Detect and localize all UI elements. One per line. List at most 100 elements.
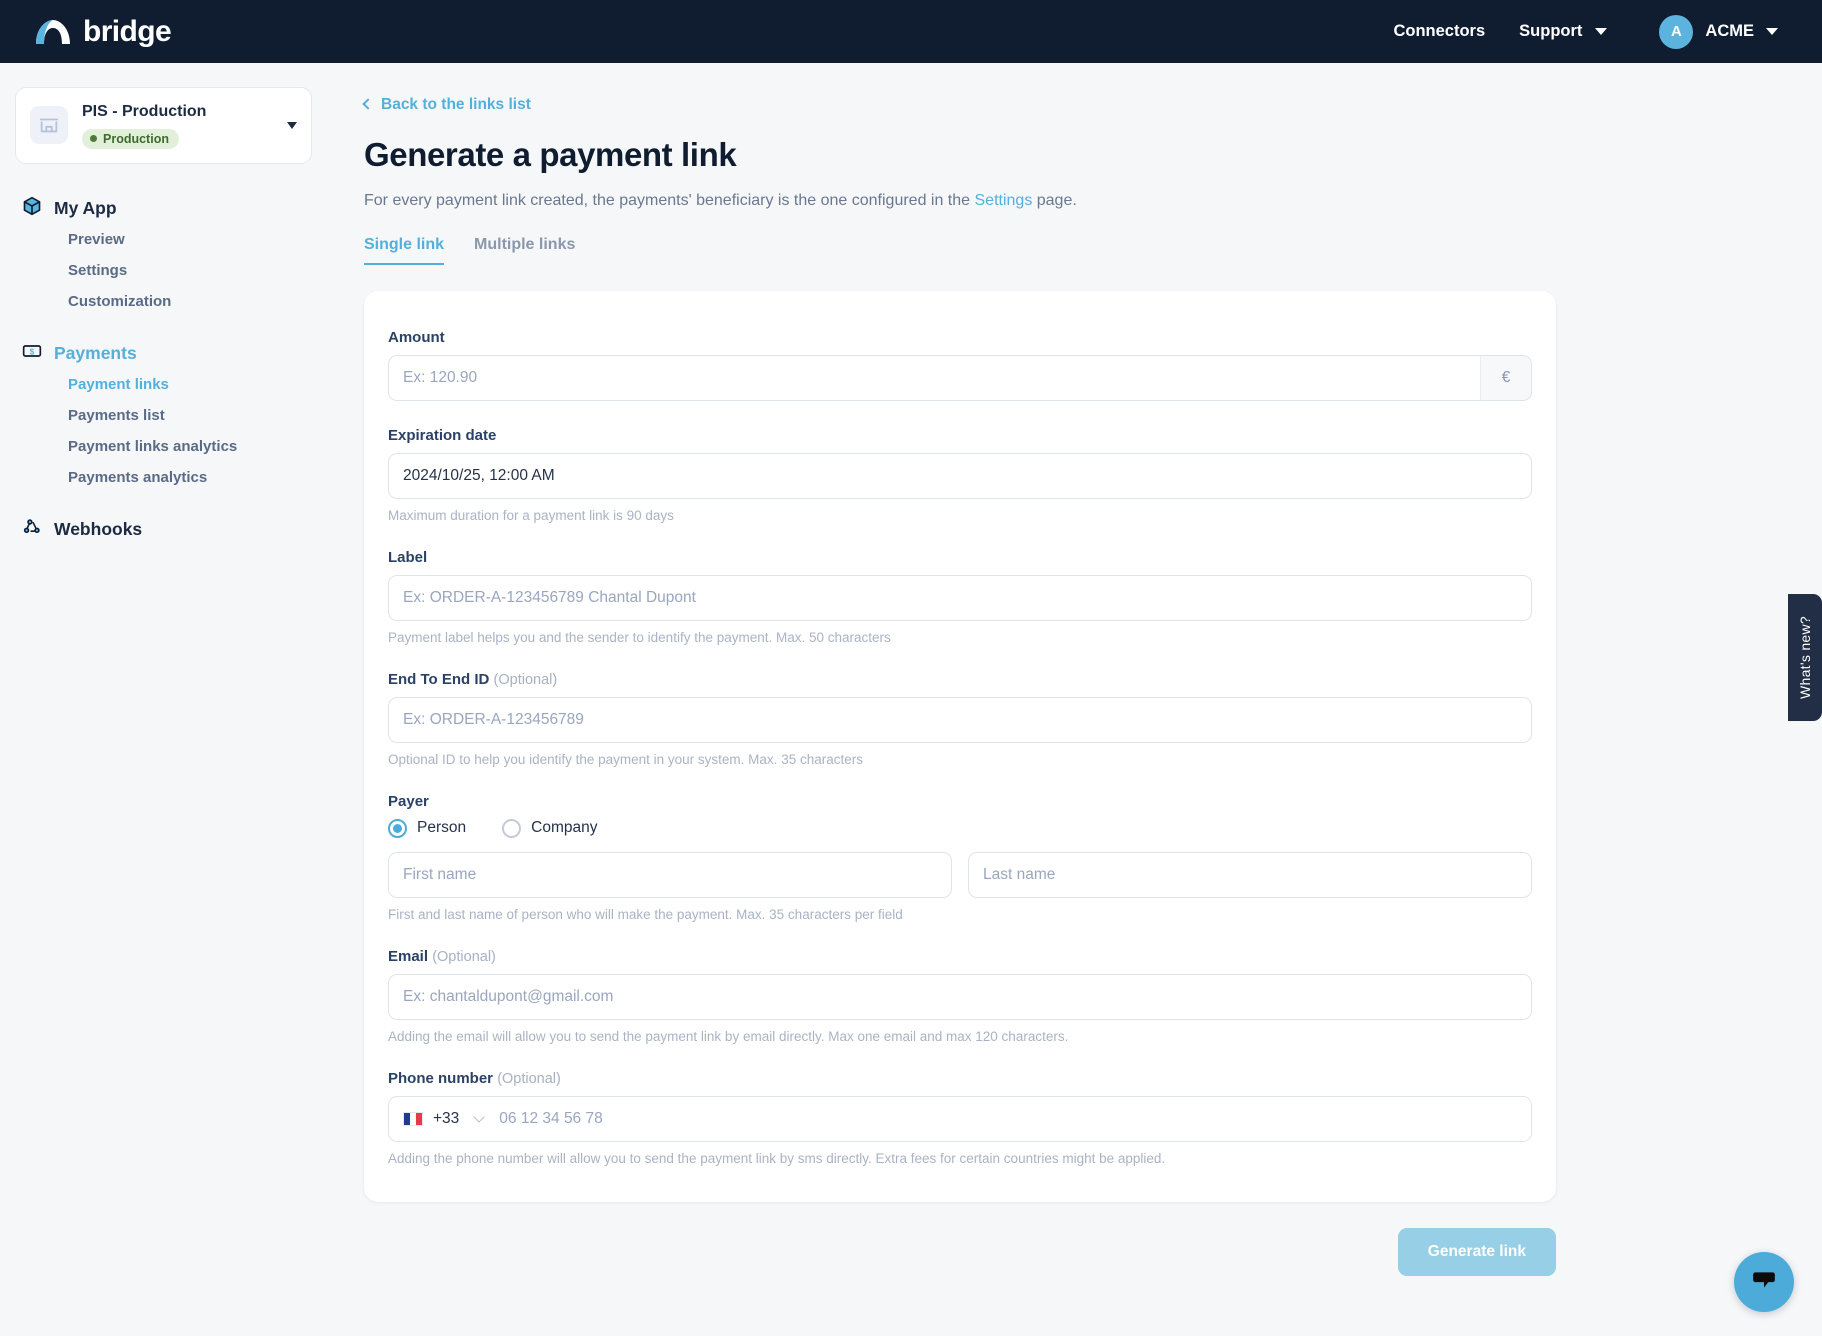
phone-number-label: Phone number (Optional) [388, 1070, 1532, 1087]
field-email: Email (Optional) Adding the email will a… [388, 948, 1532, 1044]
expiration-date-hint: Maximum duration for a payment link is 9… [388, 507, 674, 523]
country-code-select[interactable]: +33 [389, 1110, 493, 1128]
phone-number-hint: Adding the phone number will allow you t… [388, 1150, 1166, 1166]
main-content: Back to the links list Generate a paymen… [336, 63, 1822, 1336]
country-code-value: +33 [433, 1109, 460, 1127]
sidebar: PIS - Production Production My App Previ… [0, 63, 336, 1336]
page-subtitle-before: For every payment link created, the paym… [364, 191, 975, 209]
payer-type-person-label: Person [417, 819, 467, 836]
field-expiration-date: Expiration date Maximum duration for a p… [388, 427, 1532, 523]
email-label-text: Email [388, 947, 429, 965]
amount-input-group: € [388, 354, 1532, 401]
brand-logo-text: bridge [83, 14, 172, 48]
org-name-label: ACME [1705, 22, 1754, 40]
form-footer: Generate link [364, 1227, 1556, 1276]
sidebar-item-payments-list[interactable]: Payments list [22, 400, 336, 431]
avatar: A [1659, 14, 1694, 49]
sidebar-item-label: My App [54, 197, 117, 218]
label-field-label: Label [388, 548, 428, 566]
back-link-label: Back to the links list [381, 95, 531, 113]
settings-link[interactable]: Settings [975, 192, 1033, 209]
payer-type-radio-group: Person Company [388, 818, 1532, 838]
status-badge-label: Production [103, 131, 169, 146]
end-to-end-id-input[interactable] [388, 696, 1532, 743]
sidebar-item-preview[interactable]: Preview [22, 224, 336, 255]
sidebar-item-my-app[interactable]: My App [22, 196, 336, 221]
chat-bubble-icon [1751, 1267, 1777, 1298]
project-meta: PIS - Production Production [82, 102, 273, 149]
sidebar-item-settings[interactable]: Settings [22, 255, 336, 286]
email-optional-tag: (Optional) [432, 948, 496, 965]
nav-group-my-app: My App Preview Settings Customization [22, 196, 336, 317]
field-phone-number: Phone number (Optional) +33 Adding the p… [388, 1070, 1532, 1166]
sidebar-nav: My App Preview Settings Customization $ … [0, 196, 336, 542]
sidebar-item-customization[interactable]: Customization [22, 286, 336, 317]
email-input[interactable] [388, 973, 1532, 1020]
field-label: Label Payment label helps you and the se… [388, 549, 1532, 645]
tab-single-link[interactable]: Single link [364, 236, 445, 265]
chevron-down-icon [1766, 28, 1778, 35]
generate-link-button[interactable]: Generate link [1397, 1227, 1556, 1276]
sidebar-item-webhooks[interactable]: Webhooks [22, 517, 336, 542]
project-selector[interactable]: PIS - Production Production [15, 87, 312, 164]
project-name: PIS - Production [82, 103, 207, 120]
tab-multiple-links[interactable]: Multiple links [474, 236, 575, 265]
svg-text:$: $ [30, 346, 35, 356]
payer-label: Payer [388, 792, 429, 810]
sidebar-item-payment-links-analytics[interactable]: Payment links analytics [22, 431, 336, 462]
brand-logo[interactable]: bridge [34, 14, 172, 49]
phone-number-optional-tag: (Optional) [497, 1070, 561, 1087]
label-input[interactable] [388, 574, 1532, 621]
page-subtitle: For every payment link created, the paym… [364, 192, 1782, 210]
chevron-down-icon [473, 1110, 485, 1123]
tab-bar: Single link Multiple links [364, 236, 1782, 265]
radio-company-icon[interactable] [502, 818, 522, 838]
radio-person-icon[interactable] [388, 818, 407, 838]
phone-number-label-text: Phone number [388, 1069, 494, 1087]
phone-number-input[interactable] [493, 1096, 1531, 1141]
currency-suffix: € [1480, 354, 1532, 401]
chat-support-button[interactable] [1734, 1252, 1794, 1312]
top-navigation-bar: bridge Connectors Support A ACME [0, 0, 1822, 63]
nav-group-payments: $ Payments Payment links Payments list P… [22, 341, 336, 493]
end-to-end-id-label-text: End To End ID [388, 670, 490, 688]
bridge-logo-icon [34, 17, 72, 47]
payer-hint: First and last name of person who will m… [388, 906, 903, 922]
back-to-links-list-link[interactable]: Back to the links list [362, 95, 531, 114]
email-label: Email (Optional) [388, 948, 1532, 965]
expiration-date-label: Expiration date [388, 426, 497, 444]
whats-new-tab[interactable]: What's new? [1788, 594, 1822, 722]
status-badge: Production [82, 128, 179, 149]
last-name-input[interactable] [968, 851, 1532, 898]
nav-group-webhooks: Webhooks [22, 517, 336, 542]
amount-label: Amount [388, 328, 445, 346]
end-to-end-id-label: End To End ID (Optional) [388, 671, 1532, 688]
email-hint: Adding the email will allow you to send … [388, 1028, 1069, 1044]
nav-support[interactable]: Support [1519, 22, 1608, 41]
field-end-to-end-id: End To End ID (Optional) Optional ID to … [388, 671, 1532, 767]
field-amount: Amount € [388, 329, 1532, 401]
webhook-icon [22, 517, 42, 542]
status-dot-icon [90, 135, 97, 143]
nav-connectors[interactable]: Connectors [1393, 22, 1485, 41]
page-subtitle-after: page. [1032, 191, 1077, 209]
sidebar-item-payment-links[interactable]: Payment links [22, 369, 336, 400]
payer-type-person-option[interactable]: Person [388, 818, 467, 838]
cube-icon [22, 196, 42, 221]
payer-name-row [388, 851, 1532, 898]
france-flag-icon [403, 1111, 423, 1126]
expiration-date-input[interactable] [388, 452, 1532, 499]
payer-type-company-label: Company [531, 819, 598, 836]
nav-support-label: Support [1519, 22, 1583, 40]
first-name-input[interactable] [388, 851, 952, 898]
end-to-end-id-hint: Optional ID to help you identify the pay… [388, 751, 863, 767]
amount-input[interactable] [388, 354, 1480, 401]
chevron-down-icon [1595, 28, 1608, 35]
sidebar-item-payments-analytics[interactable]: Payments analytics [22, 462, 336, 493]
sidebar-item-payments[interactable]: $ Payments [22, 341, 336, 366]
chevron-left-icon [362, 98, 374, 110]
account-menu[interactable]: A ACME [1659, 14, 1778, 49]
label-hint: Payment label helps you and the sender t… [388, 629, 891, 645]
store-icon [30, 106, 68, 145]
payer-type-company-option[interactable]: Company [502, 818, 598, 838]
